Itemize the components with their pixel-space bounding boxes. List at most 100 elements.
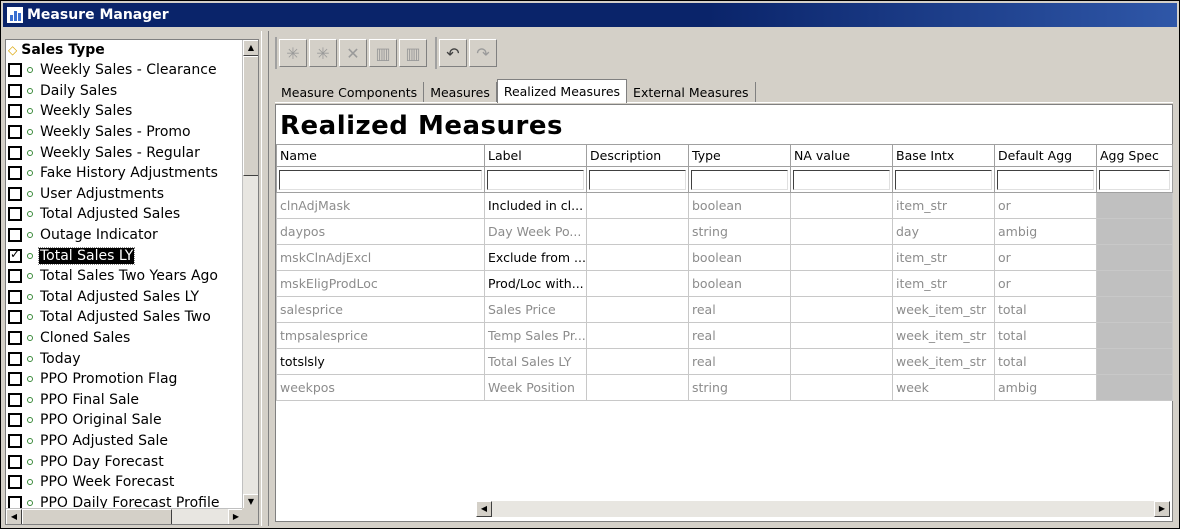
tree-item[interactable]: PPO Final Sale	[6, 390, 244, 411]
cell-type[interactable]: real	[688, 322, 791, 349]
measure-checkbox[interactable]	[8, 63, 22, 78]
column-filter-input[interactable]	[589, 169, 686, 190]
cell-name[interactable]: totslsly	[276, 348, 485, 375]
cell-na[interactable]	[790, 348, 893, 375]
cell-description[interactable]	[586, 374, 689, 401]
cell-description[interactable]	[586, 270, 689, 297]
measure-checkbox[interactable]	[8, 104, 22, 119]
undo-icon[interactable]: ↶	[439, 39, 467, 67]
tree-item[interactable]: Today	[6, 348, 244, 369]
measure-checkbox[interactable]	[8, 433, 22, 448]
cell-type[interactable]: boolean	[688, 192, 791, 219]
tab-external-measures[interactable]: External Measures	[627, 82, 756, 102]
cell-description[interactable]	[586, 296, 689, 323]
measure-checkbox[interactable]	[8, 475, 22, 490]
cell-base[interactable]: item_str	[892, 192, 995, 219]
tree-item[interactable]: PPO Day Forecast	[6, 451, 244, 472]
cell-description[interactable]	[586, 322, 689, 349]
column-header[interactable]: NA value	[790, 144, 893, 167]
measure-checkbox[interactable]	[8, 351, 22, 366]
tree-header[interactable]: ◇ Sales Type	[6, 40, 244, 60]
cell-name[interactable]: daypos	[276, 218, 485, 245]
tab-realized-measures[interactable]: Realized Measures	[496, 79, 628, 103]
column-filter-input[interactable]	[793, 169, 890, 190]
tree-item[interactable]: Weekly Sales	[6, 101, 244, 122]
chart-alt-icon[interactable]: ▥	[399, 39, 427, 67]
column-filter-input[interactable]	[279, 169, 482, 190]
grid-horizontal-scrollbar[interactable]: ◀ ▶	[476, 501, 1170, 517]
measure-checkbox[interactable]	[8, 125, 22, 140]
cell-name[interactable]: mskEligProdLoc	[276, 270, 485, 297]
cell-base[interactable]: week_item_str	[892, 296, 995, 323]
cell-type[interactable]: string	[688, 218, 791, 245]
measure-checkbox[interactable]	[8, 186, 22, 201]
chart-icon[interactable]: ▥	[369, 39, 397, 67]
cell-base[interactable]: item_str	[892, 244, 995, 271]
table-row[interactable]: weekpos Week Position string week ambig	[276, 374, 1173, 401]
cell-agg[interactable]: or	[994, 192, 1097, 219]
tree-hscroll-thumb[interactable]	[22, 509, 172, 524]
measure-checkbox[interactable]	[8, 310, 22, 325]
cell-na[interactable]	[790, 296, 893, 323]
tree-vertical-scrollbar[interactable]: ▲ ▼	[242, 40, 258, 510]
scroll-up-icon[interactable]: ▲	[243, 40, 258, 56]
measure-checkbox[interactable]	[8, 83, 22, 98]
column-header[interactable]: Agg Spec	[1096, 144, 1173, 167]
cell-na[interactable]	[790, 374, 893, 401]
tree-item[interactable]: PPO Adjusted Sale	[6, 431, 244, 452]
tree-item[interactable]: Weekly Sales - Clearance	[6, 60, 244, 81]
cell-agg[interactable]: or	[994, 244, 1097, 271]
cell-label[interactable]: Total Sales LY	[484, 348, 587, 375]
tree-item[interactable]: Total Adjusted Sales	[6, 204, 244, 225]
tree-item[interactable]: Weekly Sales - Promo	[6, 122, 244, 143]
cell-label[interactable]: Day Week Po...	[484, 218, 587, 245]
new-measure-icon[interactable]: ✳	[279, 39, 307, 67]
tree-item[interactable]: Outage Indicator	[6, 225, 244, 246]
cell-base[interactable]: week	[892, 374, 995, 401]
column-filter-input[interactable]	[487, 169, 584, 190]
tree-item[interactable]: Weekly Sales - Regular	[6, 142, 244, 163]
measure-checkbox[interactable]	[8, 289, 22, 304]
cell-na[interactable]	[790, 244, 893, 271]
column-filter-input[interactable]	[997, 169, 1094, 190]
cell-label[interactable]: Prod/Loc with...	[484, 270, 587, 297]
table-row[interactable]: totslsly Total Sales LY real week_item_str t…	[276, 348, 1173, 375]
cell-na[interactable]	[790, 270, 893, 297]
copy-measure-icon[interactable]: ✳	[309, 39, 337, 67]
cell-description[interactable]	[586, 244, 689, 271]
tree-item[interactable]: Daily Sales	[6, 81, 244, 102]
column-header[interactable]: Default Agg	[994, 144, 1097, 167]
tree-item[interactable]: Cloned Sales	[6, 328, 244, 349]
cell-name[interactable]: clnAdjMask	[276, 192, 485, 219]
cell-agg[interactable]: total	[994, 296, 1097, 323]
cell-name[interactable]: mskClnAdjExcl	[276, 244, 485, 271]
table-row[interactable]: clnAdjMask Included in cl... boolean item_s…	[276, 192, 1173, 219]
cell-description[interactable]	[586, 192, 689, 219]
cell-na[interactable]	[790, 218, 893, 245]
table-row[interactable]: mskClnAdjExcl Exclude from ... boolean item…	[276, 244, 1173, 271]
cell-agg[interactable]: or	[994, 270, 1097, 297]
cell-type[interactable]: boolean	[688, 244, 791, 271]
tree-item[interactable]: Fake History Adjustments	[6, 163, 244, 184]
tree-item[interactable]: User Adjustments	[6, 184, 244, 205]
cell-agg[interactable]: total	[994, 348, 1097, 375]
redo-icon[interactable]: ↷	[469, 39, 497, 67]
column-filter-input[interactable]	[1099, 169, 1170, 190]
cell-type[interactable]: string	[688, 374, 791, 401]
tree-horizontal-scrollbar[interactable]: ◀ ▶	[6, 508, 244, 524]
cell-name[interactable]: tmpsalesprice	[276, 322, 485, 349]
column-header[interactable]: Type	[688, 144, 791, 167]
tree-item[interactable]: Total Adjusted Sales LY	[6, 287, 244, 308]
tree-item[interactable]: Total Sales LY	[6, 245, 244, 266]
scroll-left-icon[interactable]: ◀	[476, 501, 492, 517]
tree-item[interactable]: Total Adjusted Sales Two	[6, 307, 244, 328]
cell-label[interactable]: Temp Sales Pr...	[484, 322, 587, 349]
scroll-right-icon[interactable]: ▶	[1154, 501, 1170, 517]
measure-checkbox[interactable]	[8, 247, 22, 263]
table-row[interactable]: mskEligProdLoc Prod/Loc with... boolean ite…	[276, 270, 1173, 297]
cell-na[interactable]	[790, 322, 893, 349]
cell-label[interactable]: Exclude from ...	[484, 244, 587, 271]
column-header[interactable]: Description	[586, 144, 689, 167]
table-row[interactable]: daypos Day Week Po... string day ambig	[276, 218, 1173, 245]
measure-checkbox[interactable]	[8, 454, 22, 469]
